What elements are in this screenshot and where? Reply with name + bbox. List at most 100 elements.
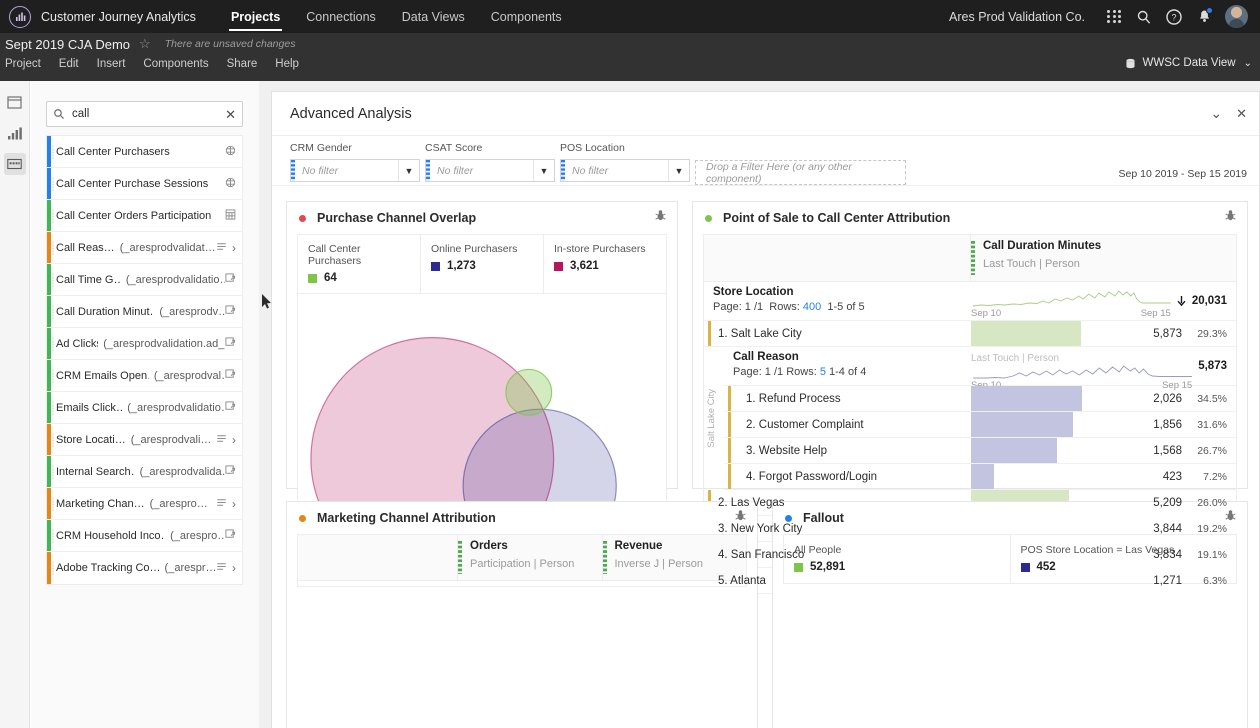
component-list-item[interactable]: Store Locati…(_aresprodvali…› (47, 424, 242, 456)
component-list-item[interactable]: Ad Clicks(_aresprodvalidation.ad_… (47, 328, 242, 360)
dimension-icon[interactable] (216, 431, 227, 449)
drag-handle[interactable] (52, 529, 54, 543)
component-label: Call Duration Minut… (56, 306, 154, 318)
component-list-item[interactable]: Marketing Chan…(_arespro…› (47, 488, 242, 520)
drag-handle[interactable] (52, 561, 54, 575)
app-grid-icon[interactable] (1099, 0, 1129, 33)
drag-handle[interactable] (52, 177, 54, 191)
component-list-item[interactable]: Call Center Orders Participation (47, 200, 242, 232)
component-list-item[interactable]: Adobe Tracking Co…(_arespr…› (47, 552, 242, 584)
chevron-right-icon[interactable]: › (232, 241, 236, 255)
clear-search-icon[interactable]: ✕ (225, 108, 236, 121)
metric-icon[interactable] (225, 463, 236, 481)
drag-handle[interactable] (52, 337, 54, 351)
component-list-item[interactable]: Call Time G…(_aresprodvalidatio… (47, 264, 242, 296)
component-list-item[interactable]: Internal Search…(_aresprodvalida… (47, 456, 242, 488)
help-icon[interactable]: ? (1159, 0, 1189, 33)
filter-dropdown[interactable]: No filter ▼ (290, 159, 420, 182)
drag-handle[interactable] (52, 145, 54, 159)
search-input-value[interactable]: call (72, 108, 225, 120)
debug-icon[interactable] (654, 209, 667, 227)
segment-icon[interactable] (225, 143, 236, 161)
rail-panels-icon[interactable] (4, 91, 26, 113)
table-row[interactable]: 4. Forgot Password/Login4237.2% (724, 464, 1236, 490)
orders-column-header[interactable]: Orders Participation | Person (458, 535, 603, 580)
nav-components[interactable]: Components (478, 0, 575, 33)
table-row[interactable]: 1. Salt Lake City5,87329.3% (704, 321, 1236, 347)
filter-dropdown[interactable]: No filter ▼ (560, 159, 690, 182)
drag-handle[interactable] (52, 273, 54, 287)
component-list-item[interactable]: Emails Click…(_aresprodvalidatio… (47, 392, 242, 424)
component-list-item[interactable]: Call Duration Minut…(_aresprodv… (47, 296, 242, 328)
avatar[interactable] (1225, 5, 1248, 28)
calculated-metric-icon[interactable] (225, 207, 236, 225)
search-icon[interactable] (1129, 0, 1159, 33)
table-row[interactable]: 3. Website Help1,56826.7% (724, 438, 1236, 464)
status-dot (785, 515, 792, 522)
nav-connections[interactable]: Connections (293, 0, 389, 33)
drag-handle[interactable] (52, 209, 54, 223)
nav-projects[interactable]: Projects (218, 0, 293, 33)
metric-icon[interactable] (225, 527, 236, 545)
chevron-right-icon[interactable]: › (232, 433, 236, 447)
chevron-right-icon[interactable]: › (232, 561, 236, 575)
collapse-icon[interactable]: ⌄ (1210, 105, 1222, 122)
nav-data-views[interactable]: Data Views (389, 0, 478, 33)
date-range-label[interactable]: Sep 10 2019 - Sep 15 2019 (1119, 168, 1247, 180)
component-list-item[interactable]: CRM Emails Open…(_aresprodval… (47, 360, 242, 392)
venn-legend-item[interactable]: Online Purchasers1,273 (421, 235, 544, 293)
table-row[interactable]: 2. Customer Complaint1,85631.6% (724, 412, 1236, 438)
rail-visualizations-icon[interactable] (4, 122, 26, 144)
row-label: 4. San Francisco (704, 549, 804, 561)
component-actions (225, 463, 236, 481)
chevron-down-icon[interactable]: ▼ (533, 160, 554, 181)
component-list-item[interactable]: Call Center Purchase Sessions (47, 168, 242, 200)
pagination-label[interactable]: Page: 1 /1 Rows: 5 1-4 of 4 (733, 366, 971, 378)
notification-badge (1206, 7, 1213, 14)
group-total: 20,031 (1171, 295, 1236, 307)
drag-handle[interactable] (52, 305, 54, 319)
dimension-icon[interactable] (216, 559, 227, 577)
chevron-right-icon[interactable]: › (232, 497, 236, 511)
menu-edit[interactable]: Edit (50, 58, 88, 70)
menu-components[interactable]: Components (134, 58, 217, 70)
dimension-icon[interactable] (216, 495, 227, 513)
search-input[interactable]: call ✕ (46, 101, 243, 127)
favorite-star-icon[interactable]: ☆ (139, 36, 151, 52)
pagination-label[interactable]: Page: 1 /1 Rows: 400 1-5 of 5 (713, 301, 971, 313)
drag-handle[interactable] (52, 497, 54, 511)
notifications-icon[interactable] (1189, 0, 1219, 33)
close-icon[interactable]: ✕ (1236, 106, 1247, 122)
drag-handle[interactable] (52, 401, 54, 415)
dimension-icon[interactable] (216, 239, 227, 257)
metric-icon[interactable] (225, 367, 236, 385)
rail-components-icon[interactable] (4, 153, 26, 175)
fallout-step[interactable]: All People 52,891 (784, 535, 1011, 583)
venn-legend-item[interactable]: Call Center Purchasers64 (298, 235, 421, 293)
menu-share[interactable]: Share (218, 58, 267, 70)
drag-handle[interactable] (52, 465, 54, 479)
drag-handle[interactable] (52, 433, 54, 447)
metric-column-header[interactable]: Call Duration Minutes Last Touch | Perso… (971, 235, 1236, 281)
chevron-down-icon[interactable]: ▼ (668, 160, 689, 181)
metric-icon[interactable] (225, 303, 236, 321)
chevron-down-icon[interactable]: ▼ (398, 160, 419, 181)
metric-icon[interactable] (225, 335, 236, 353)
component-list-item[interactable]: CRM Household Inco…(_arespro… (47, 520, 242, 552)
drag-handle[interactable] (52, 369, 54, 383)
menu-insert[interactable]: Insert (88, 58, 135, 70)
menu-project[interactable]: Project (5, 58, 50, 70)
table-row[interactable]: 1. Refund Process2,02634.5% (724, 386, 1236, 412)
filter-dropzone[interactable]: Drop a Filter Here (or any other compone… (695, 160, 906, 185)
segment-icon[interactable] (225, 175, 236, 193)
debug-icon[interactable] (1224, 209, 1237, 227)
venn-legend-item[interactable]: In-store Purchasers3,621 (544, 235, 666, 293)
metric-icon[interactable] (225, 271, 236, 289)
data-view-selector[interactable]: WWSC Data View ⌄ (1125, 57, 1252, 69)
component-list-item[interactable]: Call Reas…(_aresprodvalidat…› (47, 232, 242, 264)
metric-icon[interactable] (225, 399, 236, 417)
drag-handle[interactable] (52, 241, 54, 255)
filter-dropdown[interactable]: No filter ▼ (425, 159, 555, 182)
component-list-item[interactable]: Call Center Purchasers (47, 136, 242, 168)
menu-help[interactable]: Help (266, 58, 308, 70)
